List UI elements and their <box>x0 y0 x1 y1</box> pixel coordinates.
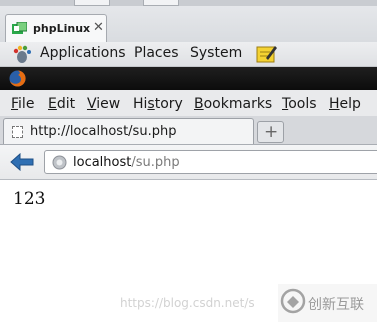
menu-file-mnemonic: F <box>11 96 19 112</box>
gnome-foot-icon <box>13 45 31 63</box>
menu-file-rest: ile <box>18 96 35 112</box>
url-bar[interactable]: localhost/su.php <box>44 150 377 174</box>
menu-bookmarks-rest: ookmarks <box>203 96 273 112</box>
gnome-panel: Applications Places System <box>0 42 377 67</box>
new-tab-button[interactable]: + <box>257 121 284 143</box>
vm-tab-phplinux[interactable]: phpLinux ✕ <box>5 14 107 42</box>
url-text: localhost/su.php <box>73 155 180 170</box>
firefox-logo-icon <box>9 70 26 87</box>
menu-history-mnemonic: s <box>147 96 155 112</box>
menu-edit-rest: dit <box>56 96 76 112</box>
vm-tab-label: phpLinux <box>33 22 91 35</box>
menu-history-post: tory <box>154 96 183 112</box>
vm-top-edge <box>0 0 377 6</box>
menu-history-pre: Hi <box>133 96 148 112</box>
menu-system[interactable]: System <box>190 45 242 61</box>
menu-bookmarks-mnemonic: B <box>194 96 204 112</box>
menu-view-mnemonic: V <box>87 96 97 112</box>
watermark-logo: 创新互联 <box>278 284 377 322</box>
page-content: 123 https://blog.csdn.net/s 创新互联 <box>0 180 377 322</box>
menu-tools[interactable]: Tools <box>282 96 317 112</box>
browser-tab-title: http://localhost/su.php <box>30 124 177 139</box>
firefox-navbar: localhost/su.php <box>0 145 377 180</box>
vm-top-nub <box>143 0 179 6</box>
vm-tab-strip: phpLinux ✕ <box>0 0 377 43</box>
menu-bookmarks[interactable]: Bookmarks <box>194 96 272 112</box>
watermark-url: https://blog.csdn.net/s <box>120 296 255 310</box>
brand-logo-icon <box>280 288 306 314</box>
firefox-titlebar <box>0 67 377 90</box>
url-host: localhost <box>73 155 132 170</box>
vm-machine-icon <box>12 22 27 34</box>
notes-icon[interactable] <box>256 44 277 64</box>
back-arrow-icon[interactable] <box>10 153 34 171</box>
menu-edit-mnemonic: E <box>48 96 57 112</box>
page-output-text: 123 <box>13 189 46 209</box>
plus-icon: + <box>264 122 279 142</box>
menu-help-rest: elp <box>339 96 361 112</box>
vm-top-nub <box>74 0 110 6</box>
menu-applications[interactable]: Applications <box>40 45 126 61</box>
menu-view-rest: iew <box>96 96 121 112</box>
menu-help-mnemonic: H <box>329 96 340 112</box>
menu-help[interactable]: Help <box>329 96 361 112</box>
menu-history[interactable]: History <box>133 96 183 112</box>
menu-file[interactable]: File <box>11 96 34 112</box>
menu-view[interactable]: View <box>87 96 120 112</box>
menu-edit[interactable]: Edit <box>48 96 75 112</box>
url-path: /su.php <box>131 155 180 170</box>
firefox-menubar: File Edit View History Bookmarks Tools H… <box>0 90 377 116</box>
browser-tab-su-php[interactable]: http://localhost/su.php <box>3 118 254 144</box>
globe-icon <box>52 155 67 170</box>
firefox-tabstrip: http://localhost/su.php + <box>0 116 377 145</box>
close-icon[interactable]: ✕ <box>93 20 104 35</box>
menu-places[interactable]: Places <box>134 45 179 61</box>
watermark-brand: 创新互联 <box>308 297 364 313</box>
page-icon <box>12 126 23 138</box>
menu-tools-rest: ools <box>288 96 317 112</box>
